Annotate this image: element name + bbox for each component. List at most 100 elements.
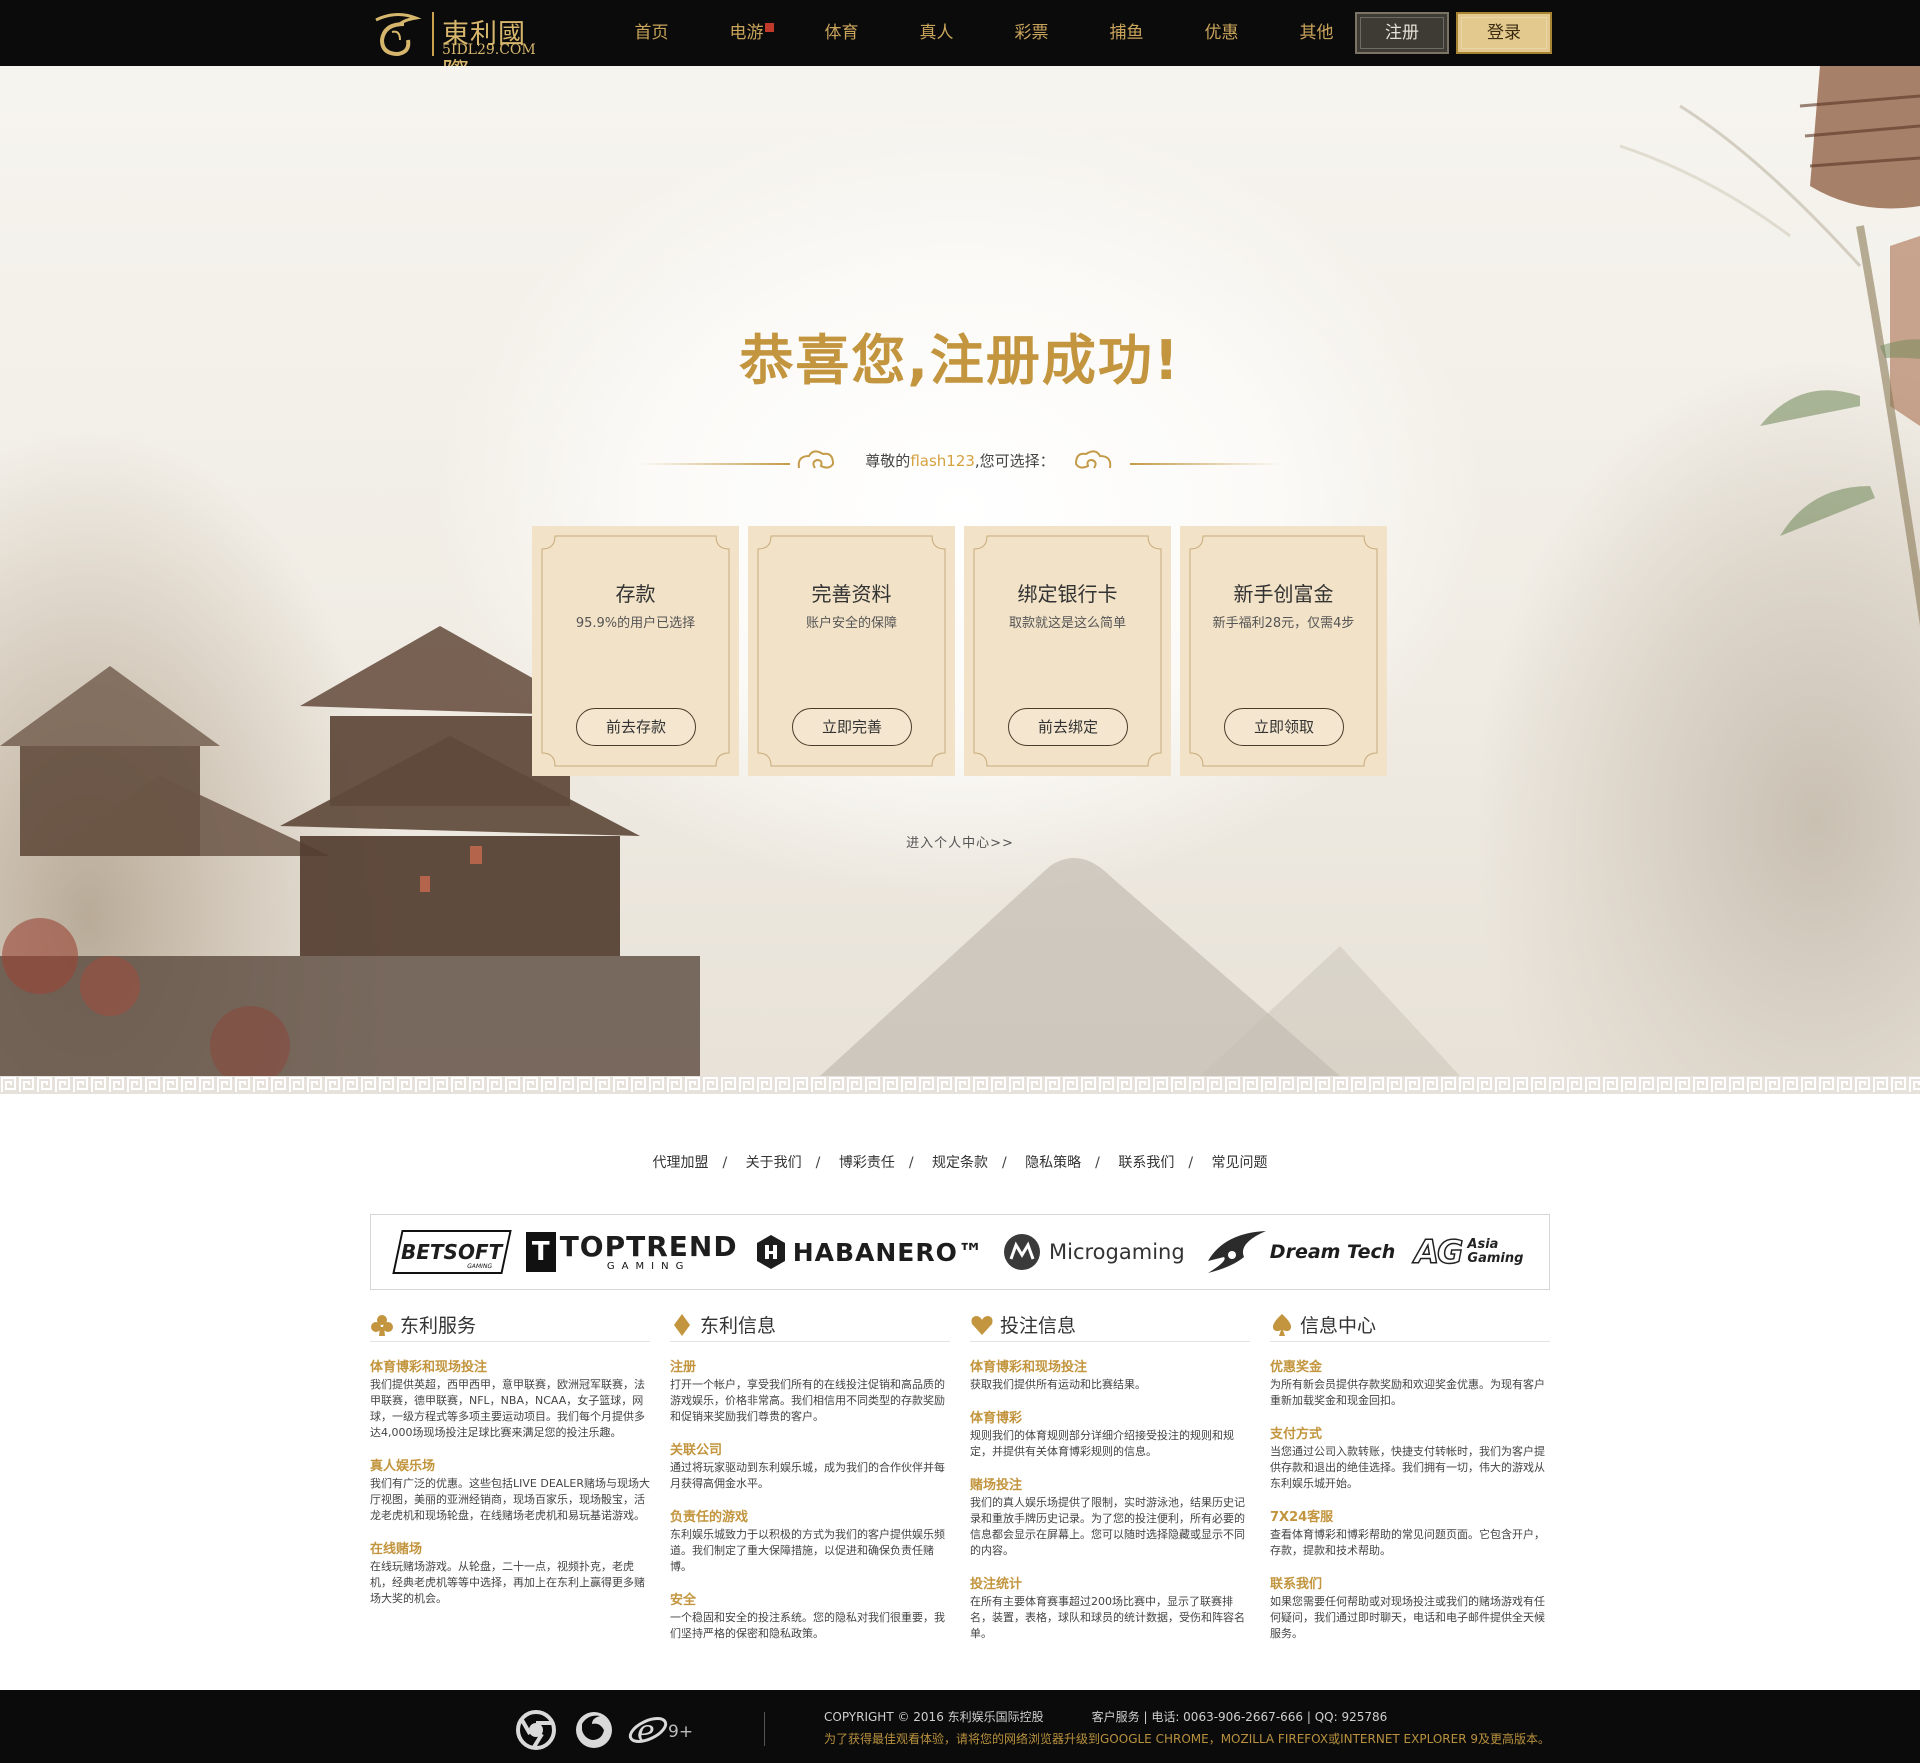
info-item-body: 如果您需要任何帮助或对现场投注或我们的赌场游戏有任何疑问，我们通过即时聊天，电话… (1270, 1595, 1545, 1640)
column-title: 信息中心 (1300, 1315, 1377, 1337)
bottom-bar: e 9+ COPYRIGHT © 2016 东利娱乐国际控股 客户服务 | 电话:… (0, 1690, 1920, 1763)
info-item-body: 为所有新会员提供存款奖励和欢迎奖金优惠。为现有客户重新加载奖金和现金回扣。 (1270, 1378, 1545, 1407)
info-item-body: 我们提供英超，西甲西甲，意甲联赛，欧洲冠军联赛，法甲联赛，德甲联赛，NFL，NB… (370, 1378, 645, 1439)
cloud-ornament-icon (1074, 450, 1112, 469)
info-item-body: 东利娱乐城致力于以积极的方式为我们的客户提供娱乐频道。我们制定了重大保障措施，以… (670, 1528, 945, 1573)
info-item-body: 查看体育博彩和博彩帮助的常见问题页面。它包含开户，存款，提款和技术帮助。 (1270, 1528, 1545, 1557)
partner-habanero: HABANERO™ (756, 1227, 984, 1277)
nav-lottery[interactable]: 彩票 (984, 0, 1079, 66)
card-title: 新手创富金 (1233, 582, 1334, 606)
greek-key-border (0, 1076, 1920, 1094)
card-bind-bank: 绑定银行卡 取款就这是这么简单 前去绑定 (964, 526, 1171, 776)
claim-bonus-button[interactable]: 立即领取 (1224, 708, 1344, 746)
footer-link-agent[interactable]: 代理加盟 (652, 1155, 708, 1171)
info-item-title[interactable]: 关联公司 (670, 1439, 950, 1458)
chrome-icon[interactable] (516, 1710, 556, 1750)
ie-version: 9+ (668, 1722, 694, 1742)
footer-link-privacy[interactable]: 隐私策略 (1025, 1155, 1081, 1171)
info-item-title[interactable]: 安全 (670, 1589, 950, 1608)
diamond-icon (674, 1313, 690, 1336)
footer-link-contact[interactable]: 联系我们 (1118, 1155, 1174, 1171)
mountain-illustration (820, 858, 1460, 1076)
info-item-title[interactable]: 体育博彩和现场投注 (970, 1356, 1250, 1375)
info-item-title[interactable]: 赌场投注 (970, 1474, 1250, 1493)
greeting-row: 尊敬的flash123,您可选择： (640, 444, 1280, 474)
customer-service-text: 客户服务 | 电话: 0063-906-2667-666 | QQ: 92578… (1091, 1710, 1388, 1724)
info-item-body: 我们的真人娱乐场提供了限制，实时游泳池，结果历史记录和重放手牌历史记录。为了您的… (970, 1496, 1245, 1557)
copyright-text: COPYRIGHT © 2016 东利娱乐国际控股 (824, 1710, 1044, 1724)
dragon-logo-icon (375, 13, 422, 57)
info-item-title[interactable]: 7X24客服 (1270, 1506, 1550, 1525)
card-title: 绑定银行卡 (1017, 582, 1118, 606)
footer-link-about[interactable]: 关于我们 (746, 1155, 802, 1171)
nav-sports[interactable]: 体育 (794, 0, 889, 66)
svg-text:e: e (637, 1714, 655, 1749)
column-title: 投注信息 (1000, 1315, 1077, 1337)
info-item-body: 当您通过公司入款转账，快捷支付转帐时，我们为客户提供存款和退出的绝佳选择。我们拥… (1270, 1445, 1545, 1490)
success-title: 恭喜您,注册成功! (739, 329, 1181, 392)
info-item-body: 规则我们的体育规则部分详细介绍接受投注的规则和规定，并提供有关体育博彩规则的信息… (970, 1429, 1234, 1458)
card-newbie-bonus: 新手创富金 新手福利28元，仅需4步 立即领取 (1180, 526, 1387, 776)
info-item-title[interactable]: 注册 (670, 1356, 950, 1375)
top-navbar: 東利國際 5IDL29.COM 首页 电游 体育 真人 彩票 捕鱼 优惠 其他 … (0, 0, 1920, 89)
info-item-body: 打开一个帐户，享受我们所有的在线投注促销和高品质的游戏娱乐，价格非常高。我们相信… (670, 1378, 945, 1423)
spade-icon (1272, 1313, 1292, 1336)
partner-microgaming: Microgaming (1003, 1227, 1185, 1277)
username: flash123 (910, 452, 975, 470)
info-item-title[interactable]: 体育博彩和现场投注 (370, 1356, 650, 1375)
firefox-icon[interactable] (574, 1710, 614, 1750)
info-item-body: 在所有主要体育赛事超过200场比赛中，显示了联赛排名，装置，表格，球队和球员的统… (970, 1595, 1245, 1640)
info-item-body: 在线玩赌场游戏。从轮盘，二十一点，视频扑克，老虎机，经典老虎机等等中选择，再加上… (370, 1560, 645, 1605)
login-button[interactable]: 登录 (1456, 12, 1552, 54)
footer-link-responsibility[interactable]: 博彩责任 (839, 1155, 895, 1171)
footer-link-faq[interactable]: 常见问题 (1212, 1155, 1268, 1171)
info-item-title[interactable]: 真人娱乐场 (370, 1455, 650, 1474)
info-item-title[interactable]: 优惠奖金 (1270, 1356, 1550, 1375)
nav-other[interactable]: 其他 (1269, 0, 1364, 66)
card-title: 完善资料 (811, 582, 892, 606)
personal-center-link[interactable]: 进入个人中心>> (906, 836, 1014, 851)
go-deposit-button[interactable]: 前去存款 (576, 708, 696, 746)
card-subtitle: 新手福利28元，仅需4步 (1212, 616, 1355, 631)
site-logo[interactable]: 東利國際 5IDL29.COM (370, 6, 542, 89)
info-item-title[interactable]: 支付方式 (1270, 1423, 1550, 1442)
info-column-betting: 投注信息 体育博彩和现场投注获取我们提供所有运动和比赛结果。 体育博彩规则我们的… (970, 1308, 1250, 1678)
nav-egames[interactable]: 电游 (699, 0, 794, 66)
card-subtitle: 取款就这是这么简单 (1008, 616, 1126, 631)
card-complete-profile: 完善资料 账户安全的保障 立即完善 (748, 526, 955, 776)
column-title: 东利服务 (400, 1315, 477, 1337)
main-nav: 首页 电游 体育 真人 彩票 捕鱼 优惠 其他 (604, 0, 1364, 66)
habanero-logo-icon (756, 1235, 785, 1269)
card-title: 存款 (615, 582, 656, 606)
nav-live[interactable]: 真人 (889, 0, 984, 66)
logo-domain: 5IDL29.COM (442, 42, 536, 58)
complete-profile-button[interactable]: 立即完善 (792, 708, 912, 746)
card-subtitle: 95.9%的用户已选择 (575, 616, 696, 631)
club-icon (371, 1314, 393, 1336)
footer-link-terms[interactable]: 规定条款 (932, 1155, 988, 1171)
heart-icon (971, 1315, 993, 1335)
nav-fishing[interactable]: 捕鱼 (1079, 0, 1174, 66)
info-item-body: 一个稳固和安全的投注系统。您的隐私对我们很重要，我们坚持严格的保密和隐私政策。 (670, 1611, 945, 1640)
nav-home[interactable]: 首页 (604, 0, 699, 66)
info-item-title[interactable]: 在线赌场 (370, 1538, 650, 1557)
info-item-title[interactable]: 体育博彩 (970, 1407, 1250, 1426)
next-step-cards: 存款 95.9%的用户已选择 前去存款 完善资料 账户安全的保障 立即完善 绑定… (532, 526, 1389, 776)
nav-promotions[interactable]: 优惠 (1174, 0, 1269, 66)
info-column-service: 东利服务 体育博彩和现场投注我们提供英超，西甲西甲，意甲联赛，欧洲冠军联赛，法甲… (370, 1308, 650, 1678)
info-item-title[interactable]: 投注统计 (970, 1573, 1250, 1592)
register-button[interactable]: 注册 (1355, 12, 1449, 54)
dreamtech-logo-icon (1207, 1231, 1266, 1273)
hero-section: 恭喜您,注册成功! 尊敬的flash123,您可选择： 存款 95.9%的用户已… (0, 66, 1920, 1076)
info-item-title[interactable]: 联系我们 (1270, 1573, 1550, 1592)
info-item-body: 获取我们提供所有运动和比赛结果。 (970, 1378, 1146, 1391)
microgaming-logo-icon (1004, 1234, 1041, 1270)
info-item-title[interactable]: 负责任的游戏 (670, 1506, 950, 1525)
internet-explorer-icon[interactable]: e (628, 1710, 668, 1750)
card-subtitle: 账户安全的保障 (805, 616, 897, 631)
partner-logos: BETSOFT GAMING T TOPTREND GAMING HABANER… (370, 1214, 1550, 1290)
bind-bank-button[interactable]: 前去绑定 (1008, 708, 1128, 746)
card-deposit: 存款 95.9%的用户已选择 前去存款 (532, 526, 739, 776)
info-column-info: 东利信息 注册 打开一个帐户，享受我们所有的在线投注促销和高品质的游戏娱乐，价格非… (670, 1308, 950, 1678)
info-column-center: 信息中心 优惠奖金为所有新会员提供存款奖励和欢迎奖金优惠。为现有客户重新加载奖金… (1270, 1308, 1550, 1678)
